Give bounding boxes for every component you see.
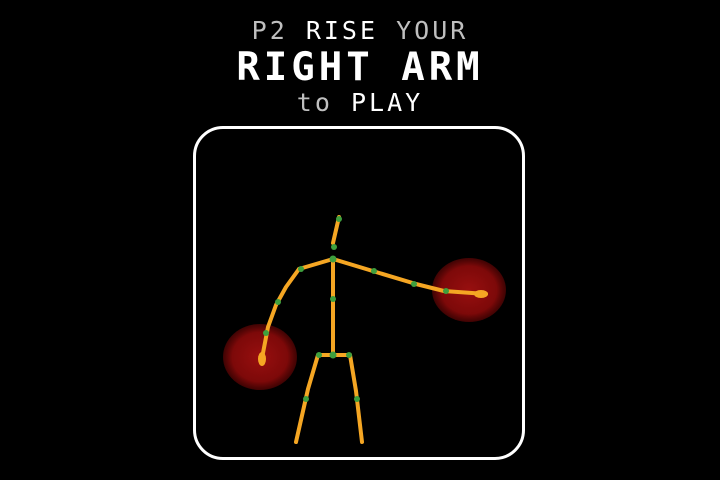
joint-spine	[330, 296, 336, 302]
stick-figure-icon	[223, 215, 506, 444]
joint-knee-left	[303, 396, 309, 402]
joint-wrist-right	[443, 288, 449, 294]
joint-shoulder-center	[329, 255, 337, 263]
right-hand	[474, 290, 488, 298]
joint-elbow-left	[275, 299, 281, 305]
joint-wrist-left	[263, 330, 269, 336]
joint-hip-center	[329, 351, 337, 359]
game-screen: P2 RISE YOUR RIGHT ARM to PLAY	[0, 0, 720, 480]
shoulder-bone-right	[331, 257, 378, 274]
prompt-your: YOUR	[396, 16, 469, 45]
joint-head	[336, 216, 342, 222]
joint-hip-right	[346, 352, 352, 358]
joint-shoulder-left	[298, 266, 304, 272]
left-hand	[258, 352, 266, 366]
prompt-line-action: to PLAY	[0, 88, 720, 117]
joint-neck	[331, 244, 337, 250]
skeleton-tracking-frame	[193, 126, 525, 460]
joint-elbow-right	[411, 281, 417, 287]
shoulder-bone-left	[297, 257, 335, 271]
prompt-action: PLAY	[350, 88, 424, 117]
joint-hip-left	[316, 352, 322, 358]
joint-knee-right	[354, 396, 360, 402]
prompt-verb: RISE	[305, 16, 379, 45]
prompt-line-player: P2 RISE YOUR	[0, 16, 720, 45]
joint-shoulder-right	[371, 268, 377, 274]
prompt-to: to	[296, 88, 333, 117]
prompt-target: RIGHT ARM	[236, 45, 484, 90]
player-label: P2	[251, 16, 288, 45]
